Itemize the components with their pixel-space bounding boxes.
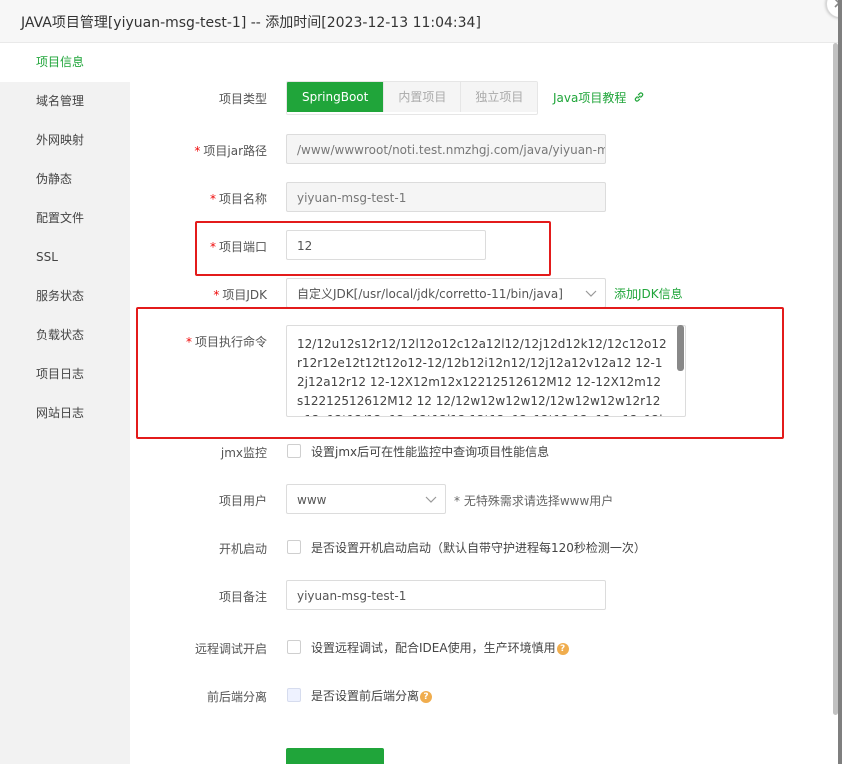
jar-path-label: * 项目jar路径 (194, 144, 267, 158)
project-name-input[interactable]: yiyuan-msg-test-1 (286, 182, 606, 212)
sidebar-item-ssl[interactable]: SSL (0, 238, 130, 277)
autostart-label: 开机启动 (218, 542, 267, 556)
remote-debug-label: 远程调试开启 (194, 642, 267, 656)
dialog-scrollbar[interactable] (833, 43, 838, 715)
remote-debug-description: 设置远程调试，配合IDEA使用，生产环境慎用? (311, 639, 569, 656)
autostart-checkbox[interactable] (287, 540, 301, 554)
project-type-label: 项目类型 (218, 92, 267, 106)
jmx-checkbox[interactable] (287, 444, 301, 458)
jdk-select-value: 自定义JDK[/usr/local/jdk/corretto-11/bin/ja… (297, 287, 563, 301)
command-scroll-thumb[interactable] (677, 325, 684, 371)
split-label: 前后端分离 (206, 690, 267, 704)
sidebar-item-rewrite[interactable]: 伪静态 (0, 160, 130, 199)
link-icon (634, 92, 644, 102)
dialog-titlebar: JAVA项目管理[yiyuan-msg-test-1] -- 添加时间[2023… (0, 0, 838, 43)
type-builtin-button[interactable]: 内置项目 (383, 82, 461, 112)
split-description: 是否设置前后端分离? (311, 687, 433, 704)
user-select[interactable]: www (286, 484, 446, 514)
user-hint: * 无特殊需求请选择www用户 (454, 494, 614, 508)
close-icon (834, 0, 838, 8)
submit-button[interactable] (286, 748, 384, 764)
project-name-label: * 项目名称 (209, 192, 267, 206)
chevron-down-icon (425, 496, 437, 503)
jar-path-input[interactable]: /www/wwwroot/noti.test.nmzhgj.com/java/y… (286, 134, 606, 164)
sidebar-item-config-file[interactable]: 配置文件 (0, 199, 130, 238)
project-dialog: JAVA项目管理[yiyuan-msg-test-1] -- 添加时间[2023… (0, 0, 838, 764)
autostart-description: 是否设置开机启动启动（默认自带守护进程每120秒检测一次） (311, 541, 646, 555)
remote-debug-checkbox[interactable] (287, 640, 301, 654)
sidebar-item-domain[interactable]: 域名管理 (0, 82, 130, 121)
type-springboot-button[interactable]: SpringBoot (287, 82, 384, 112)
sidebar-item-site-log[interactable]: 网站日志 (0, 394, 130, 433)
chevron-down-icon (585, 290, 597, 297)
command-label: * 项目执行命令 (185, 335, 267, 349)
user-select-value: www (297, 493, 327, 507)
form-content: 项目类型 SpringBoot 内置项目 独立项目 Java项目教程 * 项目ja… (130, 43, 838, 764)
sidebar-item-service-status[interactable]: 服务状态 (0, 277, 130, 316)
user-label: 项目用户 (218, 494, 267, 508)
sidebar-item-project-info[interactable]: 项目信息 (0, 43, 130, 82)
java-tutorial-label: Java项目教程 (553, 91, 627, 105)
jmx-description: 设置jmx后可在性能监控中查询项目性能信息 (311, 445, 550, 459)
port-input[interactable]: 12 (286, 230, 486, 260)
dialog-title: JAVA项目管理[yiyuan-msg-test-1] -- 添加时间[2023… (21, 15, 481, 31)
sidebar-item-external-mapping[interactable]: 外网映射 (0, 121, 130, 160)
sidebar-item-load-status[interactable]: 负载状态 (0, 316, 130, 355)
sidebar-item-project-log[interactable]: 项目日志 (0, 355, 130, 394)
jdk-label: * 项目JDK (213, 288, 267, 302)
help-icon[interactable]: ? (556, 642, 569, 655)
jmx-label: jmx监控 (220, 446, 267, 460)
remark-input[interactable]: yiyuan-msg-test-1 (286, 580, 606, 610)
add-jdk-link[interactable]: 添加JDK信息 (614, 285, 683, 302)
command-textarea[interactable]: 12/12u12s12r12/12l12o12c12a12l12/12j12d1… (286, 325, 686, 417)
port-label: * 项目端口 (209, 240, 267, 254)
split-checkbox[interactable] (287, 688, 301, 702)
jdk-select[interactable]: 自定义JDK[/usr/local/jdk/corretto-11/bin/ja… (286, 278, 606, 308)
java-tutorial-link[interactable]: Java项目教程 (553, 89, 645, 106)
remark-label: 项目备注 (218, 590, 267, 604)
sidebar: 项目信息 域名管理 外网映射 伪静态 配置文件 SSL 服务状态 负载状态 项目… (0, 43, 130, 764)
type-standalone-button[interactable]: 独立项目 (460, 82, 538, 112)
project-type-segmented: SpringBoot 内置项目 独立项目 (286, 81, 539, 115)
help-icon[interactable]: ? (420, 690, 433, 703)
